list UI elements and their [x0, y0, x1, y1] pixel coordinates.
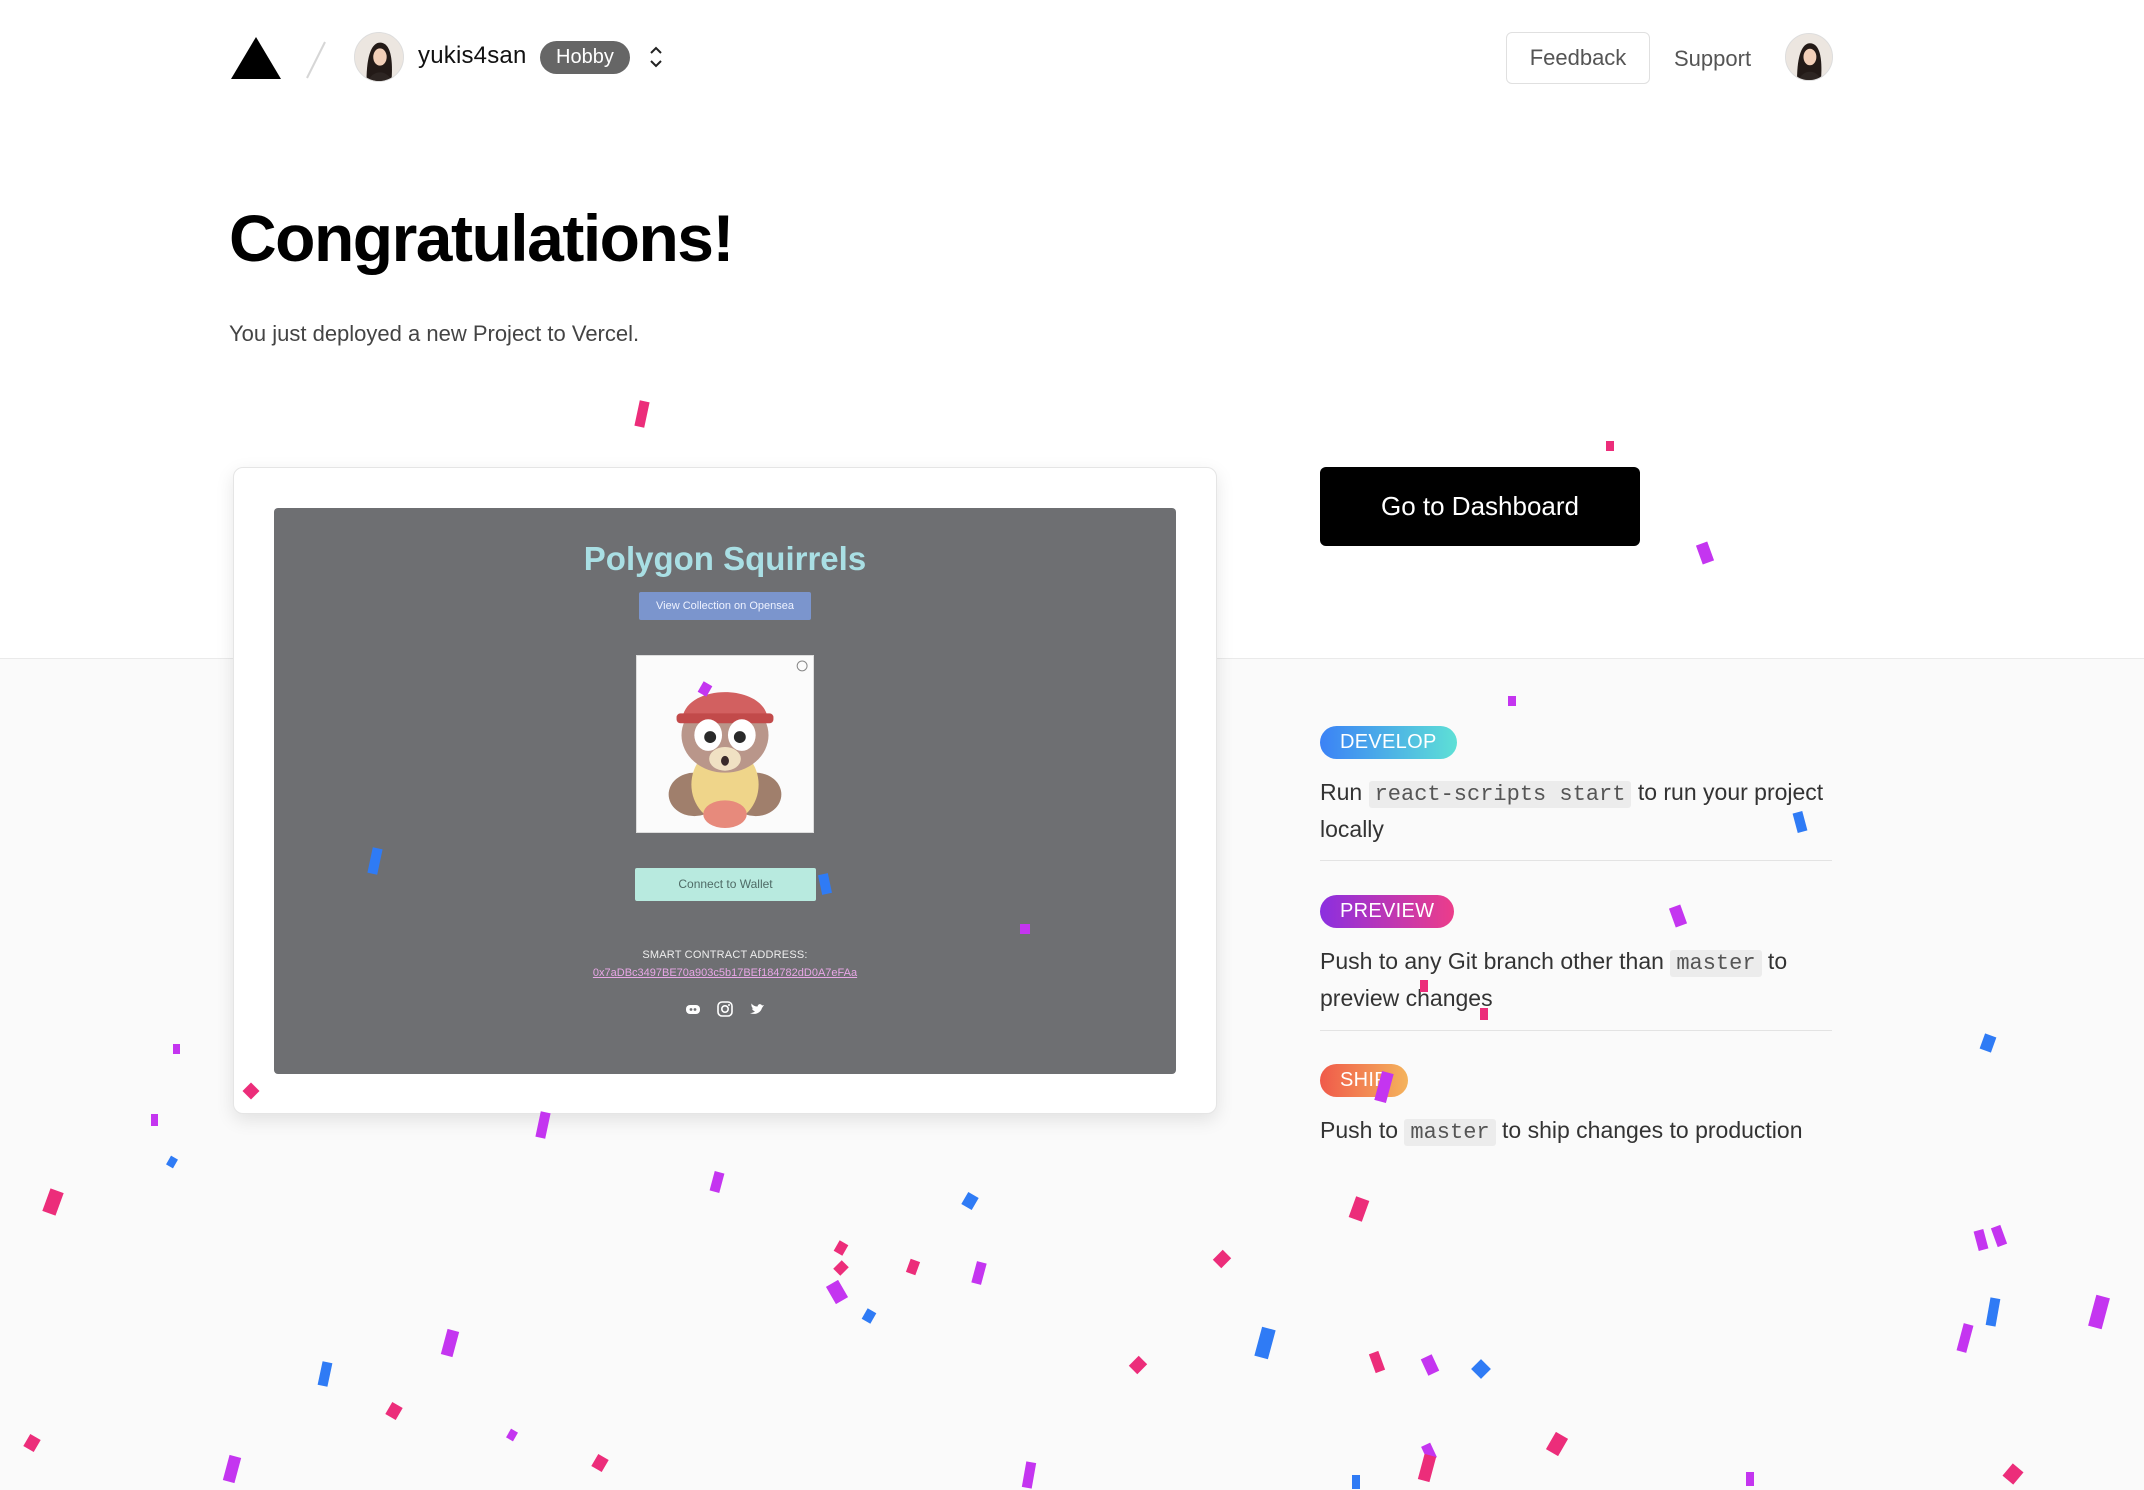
page-title: Congratulations! [229, 201, 734, 275]
step-description: Run react-scripts start to run your proj… [1320, 775, 1832, 846]
preview-contract-address: 0x7aDBc3497BE70a903c5b17BEf184782dD0A7eF… [592, 967, 858, 979]
step-badge-ship: SHIP [1320, 1064, 1408, 1097]
plan-badge: Hobby [540, 41, 630, 74]
discord-icon [684, 1000, 702, 1018]
go-to-dashboard-button[interactable]: Go to Dashboard [1320, 467, 1640, 546]
step-code: react-scripts start [1368, 781, 1632, 808]
step-preview: PREVIEW Push to any Git branch other tha… [1320, 895, 1832, 1015]
step-code: master [1404, 1119, 1496, 1146]
instagram-icon [716, 1000, 734, 1018]
twitter-icon [748, 1000, 766, 1018]
account-name[interactable]: yukis4san [418, 42, 527, 70]
step-text-before: Push to [1320, 1117, 1405, 1143]
nft-squirrel-image [636, 655, 814, 833]
step-develop: DEVELOP Run react-scripts start to run y… [1320, 726, 1832, 846]
step-text-before: Push to any Git branch other than [1320, 948, 1671, 974]
chevron-up-down-icon[interactable] [645, 42, 667, 72]
preview-social-icons [274, 1000, 1176, 1020]
preview-site-title: Polygon Squirrels [583, 540, 867, 577]
step-ship: SHIP Push to master to ship changes to p… [1320, 1064, 1832, 1150]
step-code: master [1670, 950, 1762, 977]
preview-contract-label: SMART CONTRACT ADDRESS: [642, 949, 808, 961]
top-navigation: yukis4san Hobby Feedback Support [0, 0, 2144, 120]
step-description: Push to master to ship changes to produc… [1320, 1113, 1832, 1150]
step-text-before: Run [1320, 779, 1369, 805]
deployment-preview-card[interactable]: Polygon Squirrels View Collection on Ope… [233, 467, 1217, 1114]
step-badge-develop: DEVELOP [1320, 726, 1457, 759]
step-badge-preview: PREVIEW [1320, 895, 1455, 928]
vercel-logo-icon[interactable] [231, 37, 281, 79]
support-link[interactable]: Support [1674, 46, 1751, 72]
team-avatar[interactable] [354, 32, 404, 82]
feedback-button[interactable]: Feedback [1506, 32, 1650, 84]
preview-collection-button: View Collection on Opensea [639, 592, 811, 620]
step-text-after: to ship changes to production [1495, 1117, 1803, 1143]
deployment-screenshot: Polygon Squirrels View Collection on Ope… [274, 508, 1176, 1074]
breadcrumb-separator [301, 38, 331, 82]
user-avatar[interactable] [1785, 33, 1833, 81]
step-divider [1320, 860, 1832, 861]
step-description: Push to any Git branch other than master… [1320, 944, 1832, 1015]
page-subtitle: You just deployed a new Project to Verce… [229, 321, 640, 346]
preview-connect-button: Connect to Wallet [635, 868, 816, 901]
step-divider [1320, 1030, 1832, 1031]
